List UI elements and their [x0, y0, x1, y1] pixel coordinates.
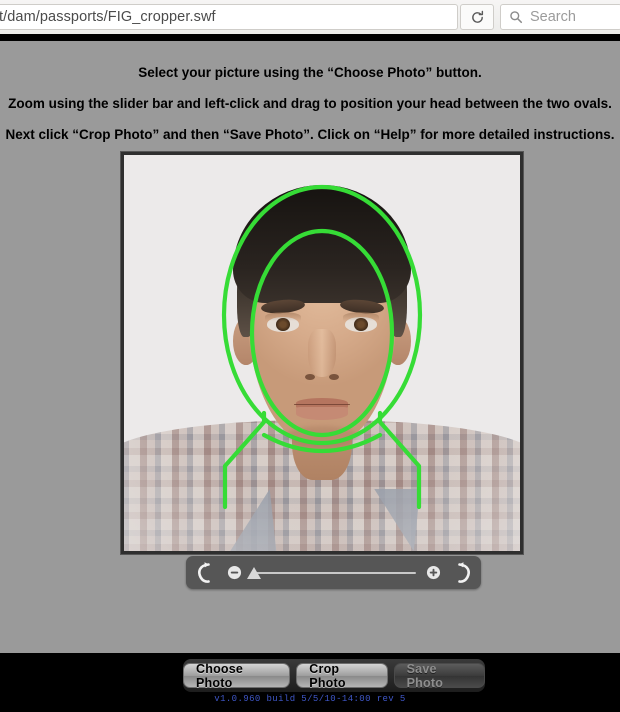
- rotate-clockwise-icon: [457, 561, 470, 583]
- instruction-line-2: Zoom using the slider bar and left-click…: [8, 96, 612, 112]
- rotate-counterclockwise-icon: [197, 561, 210, 583]
- save-photo-button: Save Photo: [393, 662, 485, 690]
- inner-oval-guide: [249, 228, 395, 438]
- shoulder-guide: [222, 410, 267, 510]
- crop-guides: [221, 184, 423, 510]
- url-text: t/dam/passports/FIG_cropper.swf: [0, 9, 216, 25]
- reload-icon: [471, 10, 483, 23]
- zoom-in-button[interactable]: [422, 562, 444, 584]
- search-placeholder: Search: [530, 9, 576, 25]
- instructions-block: Select your picture using the “Choose Ph…: [0, 65, 620, 160]
- reload-button[interactable]: [460, 4, 494, 30]
- search-icon: [510, 11, 523, 24]
- search-field[interactable]: Search: [500, 4, 620, 30]
- photo-canvas[interactable]: [124, 155, 520, 551]
- zoom-toolbar: [186, 556, 481, 589]
- chrome-separator: [0, 34, 620, 41]
- plus-circle-icon: [426, 565, 440, 580]
- minus-circle-icon: [227, 565, 241, 580]
- photo-frame: [120, 151, 524, 555]
- zoom-slider-track[interactable]: [251, 572, 416, 574]
- zoom-out-button[interactable]: [223, 562, 245, 584]
- instruction-line-3: Next click “Crop Photo” and then “Save P…: [5, 127, 615, 143]
- version-text: v1.0.960 build 5/5/10-14:00 rev 5: [214, 694, 406, 704]
- choose-photo-button[interactable]: Choose Photo: [183, 662, 291, 690]
- rotate-left-button[interactable]: [186, 556, 223, 589]
- shoulder-guide-right: [377, 410, 422, 510]
- bottom-bar: Choose Photo Crop Photo Save Photo v1.0.…: [0, 653, 620, 712]
- button-tray: Choose Photo Crop Photo Save Photo: [183, 659, 485, 692]
- flash-application: Select your picture using the “Choose Ph…: [0, 41, 620, 653]
- rotate-right-button[interactable]: [444, 556, 481, 589]
- zoom-slider[interactable]: [245, 556, 422, 589]
- instruction-line-1: Select your picture using the “Choose Ph…: [138, 65, 482, 80]
- address-bar[interactable]: t/dam/passports/FIG_cropper.swf: [0, 4, 458, 30]
- browser-toolbar: t/dam/passports/FIG_cropper.swf Search: [0, 0, 620, 35]
- crop-photo-button[interactable]: Crop Photo: [296, 662, 388, 690]
- zoom-slider-handle[interactable]: [247, 567, 261, 579]
